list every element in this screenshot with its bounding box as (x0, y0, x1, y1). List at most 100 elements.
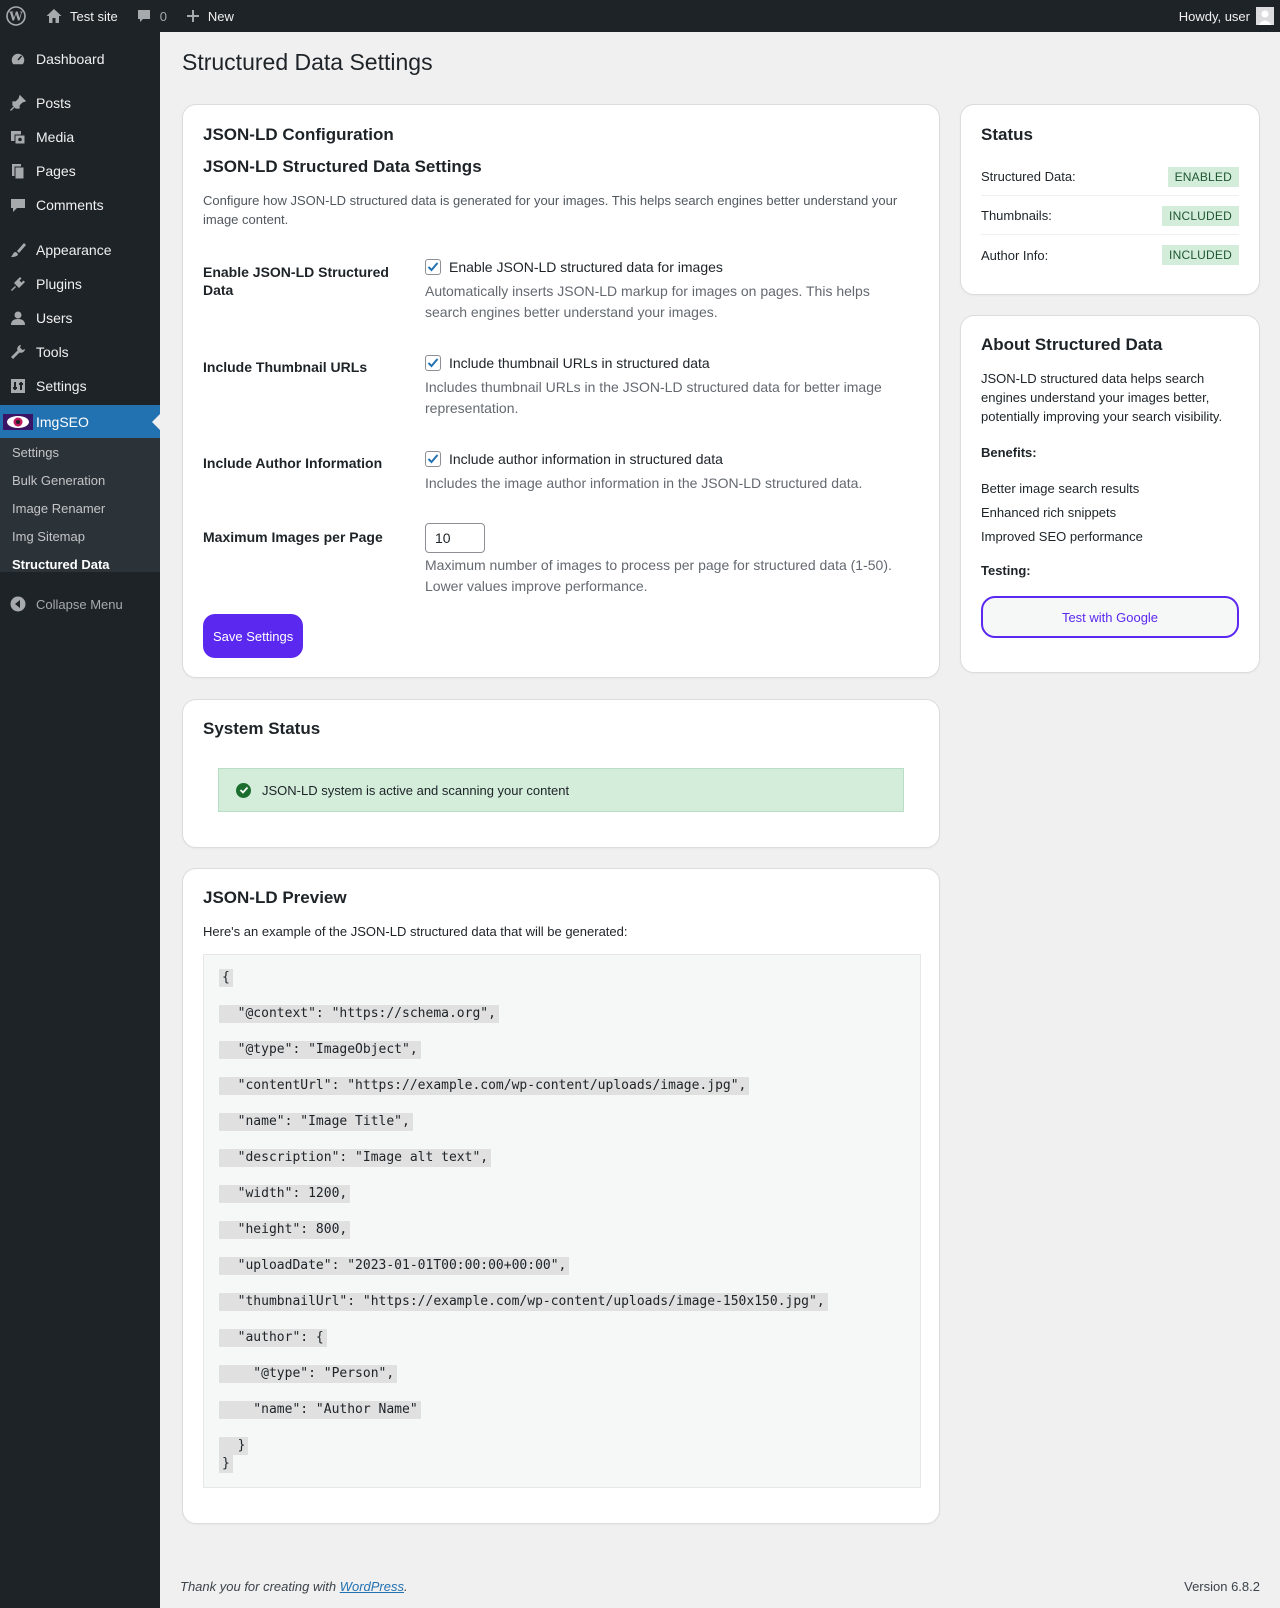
benefits-heading: Benefits: (981, 445, 1037, 460)
collapse-menu-button[interactable]: Collapse Menu (0, 590, 160, 618)
my-account-menu[interactable]: Howdy, user (1179, 7, 1280, 25)
footer-thanks-prefix: Thank you for creating with (180, 1579, 340, 1594)
benefit-item: Improved SEO performance (981, 529, 1143, 544)
testing-heading: Testing: (981, 563, 1031, 578)
include-author-information-checkbox-row[interactable]: Include author information in structured… (425, 451, 723, 467)
checkbox-label: Enable JSON-LD structured data for image… (449, 259, 723, 275)
sidebar-item-label: Pages (36, 163, 76, 179)
help-text: Includes thumbnail URLs in the JSON-LD s… (425, 379, 882, 416)
sidebar-item-appearance[interactable]: Appearance (0, 233, 160, 267)
code-line: } (219, 1455, 233, 1473)
new-content-link[interactable]: New (175, 0, 242, 32)
admin-sidebar: Dashboard Posts Media Pages Comments App… (0, 32, 160, 1608)
sidebar-item-label: Posts (36, 95, 72, 111)
sidebar-item-label: Plugins (36, 276, 82, 292)
submenu-item-image-renamer[interactable]: Image Renamer (12, 498, 105, 518)
status-badge: INCLUDED (1162, 205, 1239, 226)
home-icon (44, 6, 64, 26)
comment-bubble-icon (134, 6, 154, 26)
json-ld-configuration-card: JSON-LD Configuration JSON-LD Structured… (182, 104, 940, 678)
success-notice: JSON-LD system is active and scanning yo… (218, 768, 904, 812)
sidebar-item-dashboard[interactable]: Dashboard (0, 42, 160, 76)
include-thumbnail-urls-checkbox[interactable] (425, 355, 441, 371)
wordpress-link[interactable]: WordPress (340, 1579, 404, 1594)
benefit-item: Better image search results (981, 481, 1140, 496)
code-line: "author": { (219, 1329, 327, 1347)
sidebar-item-imgseo[interactable]: ImgSEO (0, 405, 160, 439)
sidebar-item-comments[interactable]: Comments (0, 188, 160, 222)
status-label: Structured Data: (981, 169, 1076, 184)
sidebar-item-label: Settings (36, 378, 87, 394)
collapse-arrow-icon (0, 596, 36, 612)
wrench-icon (0, 343, 36, 361)
footer-thanks-suffix: . (404, 1579, 408, 1594)
sidebar-item-pages[interactable]: Pages (0, 154, 160, 188)
svg-text:W: W (8, 10, 23, 24)
sidebar-item-plugins[interactable]: Plugins (0, 267, 160, 301)
submenu-item-settings[interactable]: Settings (12, 442, 59, 462)
code-line: "@context": "https://schema.org", (219, 1005, 499, 1023)
comments-link[interactable]: 0 (126, 0, 175, 32)
collapse-menu-label: Collapse Menu (36, 596, 123, 612)
avatar (1256, 7, 1274, 25)
sidebar-item-label: Tools (36, 344, 69, 360)
system-status-card: System Status JSON-LD system is active a… (182, 699, 940, 848)
enable-json-ld-checkbox-row[interactable]: Enable JSON-LD structured data for image… (425, 259, 723, 275)
card-title: About Structured Data (981, 335, 1163, 354)
status-row-structured-data: Structured Data: ENABLED (981, 158, 1239, 196)
page-title: Structured Data Settings (182, 49, 433, 75)
card-title: System Status (203, 719, 321, 738)
test-with-google-button[interactable]: Test with Google (981, 596, 1239, 638)
checkbox-label: Include author information in structured… (449, 451, 723, 467)
comments-count: 0 (159, 8, 167, 24)
status-badge: ENABLED (1167, 166, 1239, 187)
json-ld-code-block: { "@context": "https://schema.org", "@ty… (203, 954, 921, 1488)
sidebar-item-tools[interactable]: Tools (0, 335, 160, 369)
checkmark-icon (427, 454, 439, 464)
benefit-item: Enhanced rich snippets (981, 505, 1117, 520)
status-card: Status Structured Data: ENABLED Thumbnai… (960, 104, 1260, 295)
sidebar-item-users[interactable]: Users (0, 301, 160, 335)
sidebar-item-settings[interactable]: Settings (0, 369, 160, 403)
code-line: "contentUrl": "https://example.com/wp-co… (219, 1077, 750, 1095)
help-text: Includes the image author information in… (425, 475, 863, 491)
code-line: "height": 800, (219, 1221, 351, 1239)
footer-thanks: Thank you for creating with WordPress. (180, 1579, 408, 1594)
sidebar-item-label: Users (36, 310, 73, 326)
intro-text: Configure how JSON-LD structured data is… (203, 193, 898, 227)
status-row-thumbnails: Thumbnails: INCLUDED (981, 197, 1239, 235)
code-line: "description": "Image alt text", (219, 1149, 492, 1167)
site-name-link[interactable]: Test site (34, 0, 126, 32)
user-icon (0, 309, 36, 327)
section-subtitle: JSON-LD Structured Data Settings (203, 157, 482, 176)
sidebar-item-posts[interactable]: Posts (0, 86, 160, 120)
code-line: "thumbnailUrl": "https://example.com/wp-… (219, 1293, 828, 1311)
submenu-item-img-sitemap[interactable]: Img Sitemap (12, 526, 85, 546)
json-ld-preview-card: JSON-LD Preview Here's an example of the… (182, 868, 940, 1524)
submenu-item-bulk-generation[interactable]: Bulk Generation (12, 470, 105, 490)
card-title: Status (981, 125, 1033, 144)
new-label: New (207, 8, 234, 24)
field-label-enable-json-ld: Enable JSON-LD Structured Data (203, 264, 389, 298)
wordpress-logo-menu[interactable]: W (0, 0, 34, 32)
notice-message: JSON-LD system is active and scanning yo… (262, 782, 570, 798)
site-name: Test site (70, 8, 118, 24)
code-line: { (219, 969, 233, 987)
footer-version: Version 6.8.2 (1184, 1579, 1260, 1594)
save-settings-button[interactable]: Save Settings (203, 614, 304, 658)
maximum-images-input[interactable] (425, 523, 485, 553)
enable-json-ld-checkbox[interactable] (425, 259, 441, 275)
include-author-information-checkbox[interactable] (425, 451, 441, 467)
checkbox-label: Include thumbnail URLs in structured dat… (449, 355, 710, 371)
media-icon (0, 128, 36, 146)
preview-intro: Here's an example of the JSON-LD structu… (203, 924, 628, 939)
status-label: Thumbnails: (981, 208, 1052, 223)
code-line: "@type": "Person", (219, 1365, 398, 1383)
sidebar-item-label: Comments (36, 197, 104, 213)
howdy-text: Howdy, user (1178, 8, 1250, 24)
sidebar-item-media[interactable]: Media (0, 120, 160, 154)
submenu-item-structured-data[interactable]: Structured Data (12, 554, 110, 574)
include-thumbnail-urls-checkbox-row[interactable]: Include thumbnail URLs in structured dat… (425, 355, 710, 371)
help-text: Maximum number of images to process per … (425, 557, 892, 594)
comment-icon (0, 196, 36, 214)
